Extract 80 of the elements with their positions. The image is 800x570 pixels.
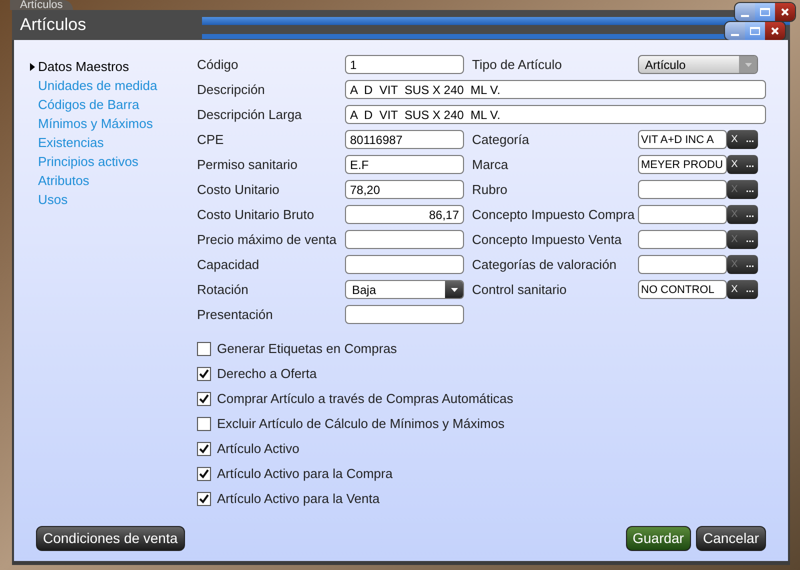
input-field[interactable]: MEYER PRODU xyxy=(638,155,727,174)
caret-icon xyxy=(739,56,757,73)
checkbox[interactable] xyxy=(197,416,211,430)
window-title: Artículos xyxy=(20,0,63,10)
maximize-icon xyxy=(760,8,770,16)
browse-button[interactable]: ... xyxy=(742,205,758,224)
field-label: Marca xyxy=(471,156,510,174)
checkbox-label: Generar Etiquetas en Compras xyxy=(217,340,397,358)
field-label: Capacidad xyxy=(197,256,260,274)
minimize-icon xyxy=(731,34,739,36)
field-label: Permiso sanitario xyxy=(197,156,298,174)
window-title: Artículos xyxy=(20,14,86,36)
field-label: Costo Unitario xyxy=(197,180,280,199)
field-label: Descripción xyxy=(197,80,266,99)
field-label: Control sanitario xyxy=(471,280,568,299)
input-field[interactable] xyxy=(638,180,727,199)
browse-button[interactable]: ... xyxy=(742,180,758,199)
caret-icon xyxy=(445,281,463,298)
checkbox-label: Artículo Activo para la Compra xyxy=(217,464,393,483)
field-label: CPE xyxy=(197,130,225,149)
field-label: Concepto Impuesto Compra xyxy=(471,206,636,224)
close-button[interactable] xyxy=(775,3,795,21)
input-field[interactable]: NO CONTROL xyxy=(638,280,727,299)
checkbox-label: Excluir Artículo de Cálculo de Mínimos y Máximos xyxy=(217,414,505,433)
maximize-icon xyxy=(750,27,760,35)
checkbox-label: Artículo Activo para la Venta xyxy=(217,490,380,508)
checkbox[interactable] xyxy=(197,492,211,506)
checkbox-label: Derecho a Oferta xyxy=(217,364,317,383)
input-field[interactable] xyxy=(638,230,727,249)
clear-button[interactable]: X xyxy=(727,155,742,174)
checkbox[interactable] xyxy=(197,392,211,406)
input-field[interactable] xyxy=(345,305,464,324)
checkbox-label: Artículo Activo xyxy=(217,440,300,458)
field-label: Tipo de Artículo xyxy=(471,56,563,74)
checkbox-label: Comprar Artículo a través de Compras Automáticas xyxy=(217,390,514,408)
field-label: Rotación xyxy=(197,280,250,299)
input-field[interactable] xyxy=(345,255,464,274)
checkbox[interactable] xyxy=(197,342,211,356)
field-label: Categorías de valoración xyxy=(471,256,618,274)
button[interactable]: Guardar xyxy=(626,526,691,551)
field-label: Descripción Larga xyxy=(197,106,303,124)
field-label: Presentación xyxy=(197,306,274,324)
input-field[interactable]: 80116987 xyxy=(345,130,464,149)
minimize-icon xyxy=(741,15,749,17)
button[interactable]: Condiciones de venta xyxy=(36,526,185,551)
browse-button[interactable]: ... xyxy=(742,230,758,249)
minimize-button[interactable] xyxy=(725,22,745,40)
browse-button[interactable]: ... xyxy=(742,280,758,299)
input-field[interactable]: A D VIT SUS X 240 ML V. xyxy=(345,80,766,99)
button[interactable]: Cancelar xyxy=(696,526,766,551)
dropdown[interactable]: Baja xyxy=(345,280,464,299)
input-field[interactable]: 86,17 xyxy=(345,205,464,224)
checkbox[interactable] xyxy=(197,466,211,480)
triangle-icon xyxy=(30,62,35,70)
sidebar-item[interactable]: Datos Maestros xyxy=(30,57,197,76)
field-label: Rubro xyxy=(471,180,508,199)
minimize-button[interactable] xyxy=(735,3,755,21)
clear-button[interactable]: X xyxy=(727,130,742,149)
input-field[interactable]: VIT A+D INC A xyxy=(638,130,727,149)
field-label: Código xyxy=(197,56,240,74)
input-field[interactable] xyxy=(345,230,464,249)
field-label: Concepto Impuesto Venta xyxy=(471,230,623,249)
close-icon xyxy=(771,27,779,35)
input-field[interactable]: A D VIT SUS X 240 ML V. xyxy=(345,105,766,124)
field-label: Categoría xyxy=(471,130,530,149)
input-field[interactable]: E.F xyxy=(345,155,464,174)
clear-button[interactable]: X xyxy=(727,280,742,299)
field-label: Costo Unitario Bruto xyxy=(197,206,316,224)
checkbox[interactable] xyxy=(197,442,211,456)
input-field[interactable]: 78,20 xyxy=(345,180,464,199)
checkbox[interactable] xyxy=(197,366,211,380)
browse-button[interactable]: ... xyxy=(742,130,758,149)
input-field[interactable] xyxy=(638,205,727,224)
close-button[interactable] xyxy=(765,22,785,40)
input-field[interactable]: 1 xyxy=(345,55,464,74)
input-field[interactable] xyxy=(638,255,727,274)
browse-button[interactable]: ... xyxy=(742,155,758,174)
field-label: Precio máximo de venta xyxy=(197,230,338,249)
close-icon xyxy=(781,8,789,16)
browse-button[interactable]: ... xyxy=(742,255,758,274)
